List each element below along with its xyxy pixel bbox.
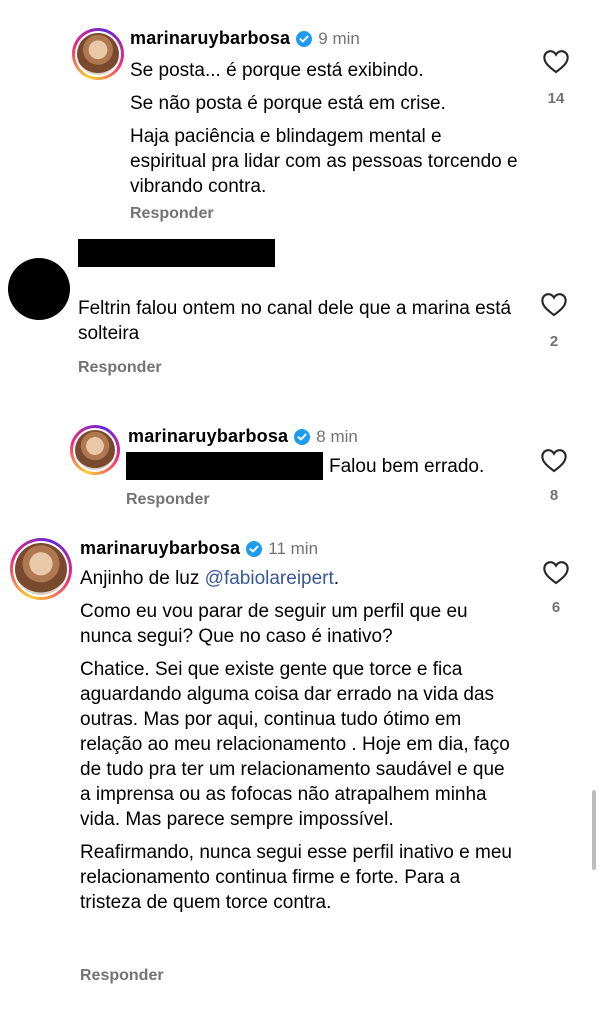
heart-outline-icon — [541, 293, 567, 317]
reply-button[interactable]: Responder — [78, 359, 162, 377]
username[interactable]: marinaruybarbosa — [80, 538, 240, 559]
mention-link[interactable]: @fabiolareipert — [205, 568, 334, 589]
heart-outline-icon — [541, 449, 567, 473]
redacted-mention — [126, 452, 323, 480]
like-button[interactable] — [539, 447, 569, 478]
scrollbar[interactable] — [592, 790, 596, 870]
like-count: 2 — [549, 333, 559, 350]
comment-text-prefix: Anjinho de luz — [80, 568, 205, 589]
like-button[interactable] — [541, 559, 571, 590]
timestamp: 11 min — [268, 538, 319, 558]
comment-header: marinaruybarbosa 9 min — [130, 28, 360, 49]
redacted-username — [78, 239, 275, 267]
username[interactable]: marinaruybarbosa — [130, 28, 290, 49]
like-count: 6 — [551, 599, 561, 616]
like-button[interactable] — [539, 291, 569, 322]
comment-paragraph: Feltrin falou ontem no canal dele que a … — [78, 298, 512, 344]
comment-paragraph: Reafirmando, nunca segui esse perfil ina… — [80, 842, 512, 913]
heart-outline-icon — [543, 50, 569, 74]
comment-text: Falou bem errado. — [329, 454, 529, 487]
comment-paragraph: Se não posta é porque está em crise. — [130, 93, 446, 114]
avatar[interactable] — [70, 425, 120, 475]
verified-badge-icon — [246, 540, 263, 557]
like-count: 8 — [549, 487, 559, 504]
verified-badge-icon — [294, 428, 311, 445]
avatar[interactable] — [8, 258, 70, 320]
timestamp: 8 min — [316, 426, 358, 446]
comment-text-suffix: . — [333, 568, 340, 589]
like-button[interactable] — [541, 48, 571, 79]
avatar[interactable] — [72, 28, 124, 80]
reply-button[interactable]: Responder — [80, 967, 164, 985]
comment-paragraph: Como eu vou parar de seguir um perfil qu… — [80, 601, 468, 647]
avatar[interactable] — [10, 538, 72, 600]
like-count: 14 — [547, 90, 565, 107]
verified-badge-icon — [296, 30, 313, 47]
comment-paragraph: Chatice. Sei que existe gente que torce … — [80, 659, 510, 830]
timestamp: 9 min — [318, 28, 360, 48]
comment-paragraph: Se posta... é porque está exibindo. — [130, 60, 424, 81]
comment-paragraph: Haja paciência e blindagem mental e espi… — [130, 126, 518, 197]
comment-header: marinaruybarbosa 11 min — [80, 538, 318, 559]
comment-text: Anjinho de luz @fabiolareipert. Como eu … — [80, 566, 520, 923]
comment-paragraph: Falou bem errado. — [329, 456, 485, 477]
comment-text: Se posta... é porque está exibindo. Se n… — [130, 58, 520, 207]
reply-button[interactable]: Responder — [130, 205, 214, 223]
username[interactable]: marinaruybarbosa — [128, 426, 288, 447]
reply-button[interactable]: Responder — [126, 491, 210, 509]
heart-outline-icon — [543, 561, 569, 585]
comment-text: Feltrin falou ontem no canal dele que a … — [78, 296, 518, 354]
comment-header: marinaruybarbosa 8 min — [128, 426, 358, 447]
comment-paragraph: Anjinho de luz @fabiolareipert. — [80, 566, 520, 591]
